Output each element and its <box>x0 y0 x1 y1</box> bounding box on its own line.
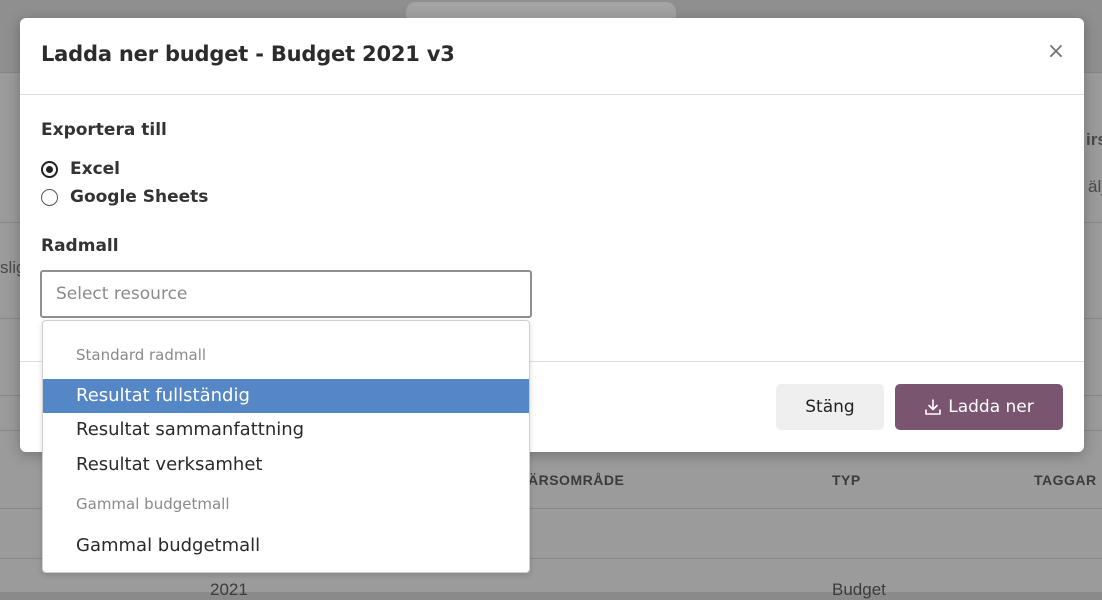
modal-header: Ladda ner budget - Budget 2021 v3 × <box>20 18 1084 95</box>
modal-title: Ladda ner budget - Budget 2021 v3 <box>41 42 455 66</box>
radio-excel-label: Excel <box>70 159 121 179</box>
close-icon[interactable]: × <box>1046 40 1066 64</box>
download-button[interactable]: Ladda ner <box>895 384 1063 430</box>
download-icon <box>925 399 942 415</box>
background-text-fragment: älj <box>1088 177 1102 196</box>
radio-unchecked-icon[interactable] <box>41 188 58 206</box>
row-template-dropdown: Standard radmall Resultat fullständig Re… <box>42 320 530 573</box>
dropdown-option[interactable]: Resultat sammanfattning <box>43 413 529 447</box>
close-button[interactable]: Stäng <box>776 384 884 430</box>
table-column-header: TAGGAR <box>1034 472 1097 488</box>
dropdown-option[interactable]: Resultat fullständig <box>43 379 529 413</box>
dropdown-option[interactable]: Resultat verksamhet <box>43 448 529 482</box>
dropdown-option[interactable]: Gammal budgetmall <box>43 529 529 563</box>
row-template-label: Radmall <box>41 236 119 256</box>
radio-google-sheets[interactable]: Google Sheets <box>41 185 208 209</box>
table-cell-year: 2021 <box>210 580 248 599</box>
dropdown-group-header: Gammal budgetmall <box>76 495 230 513</box>
radio-excel[interactable]: Excel <box>41 157 120 181</box>
radio-checked-icon[interactable] <box>41 160 58 178</box>
table-column-header: ÄRSOMRÅDE <box>528 472 625 488</box>
radio-google-sheets-label: Google Sheets <box>70 187 209 207</box>
download-button-label: Ladda ner <box>948 397 1034 417</box>
row-template-select[interactable] <box>40 270 532 318</box>
table-cell-type: Budget <box>832 580 886 599</box>
export-label: Exportera till <box>41 120 167 140</box>
table-column-header: TYP <box>832 472 861 488</box>
dropdown-group-header: Standard radmall <box>76 346 207 364</box>
row-template-input[interactable] <box>56 272 516 316</box>
background-text-fragment: irs <box>1086 130 1102 149</box>
